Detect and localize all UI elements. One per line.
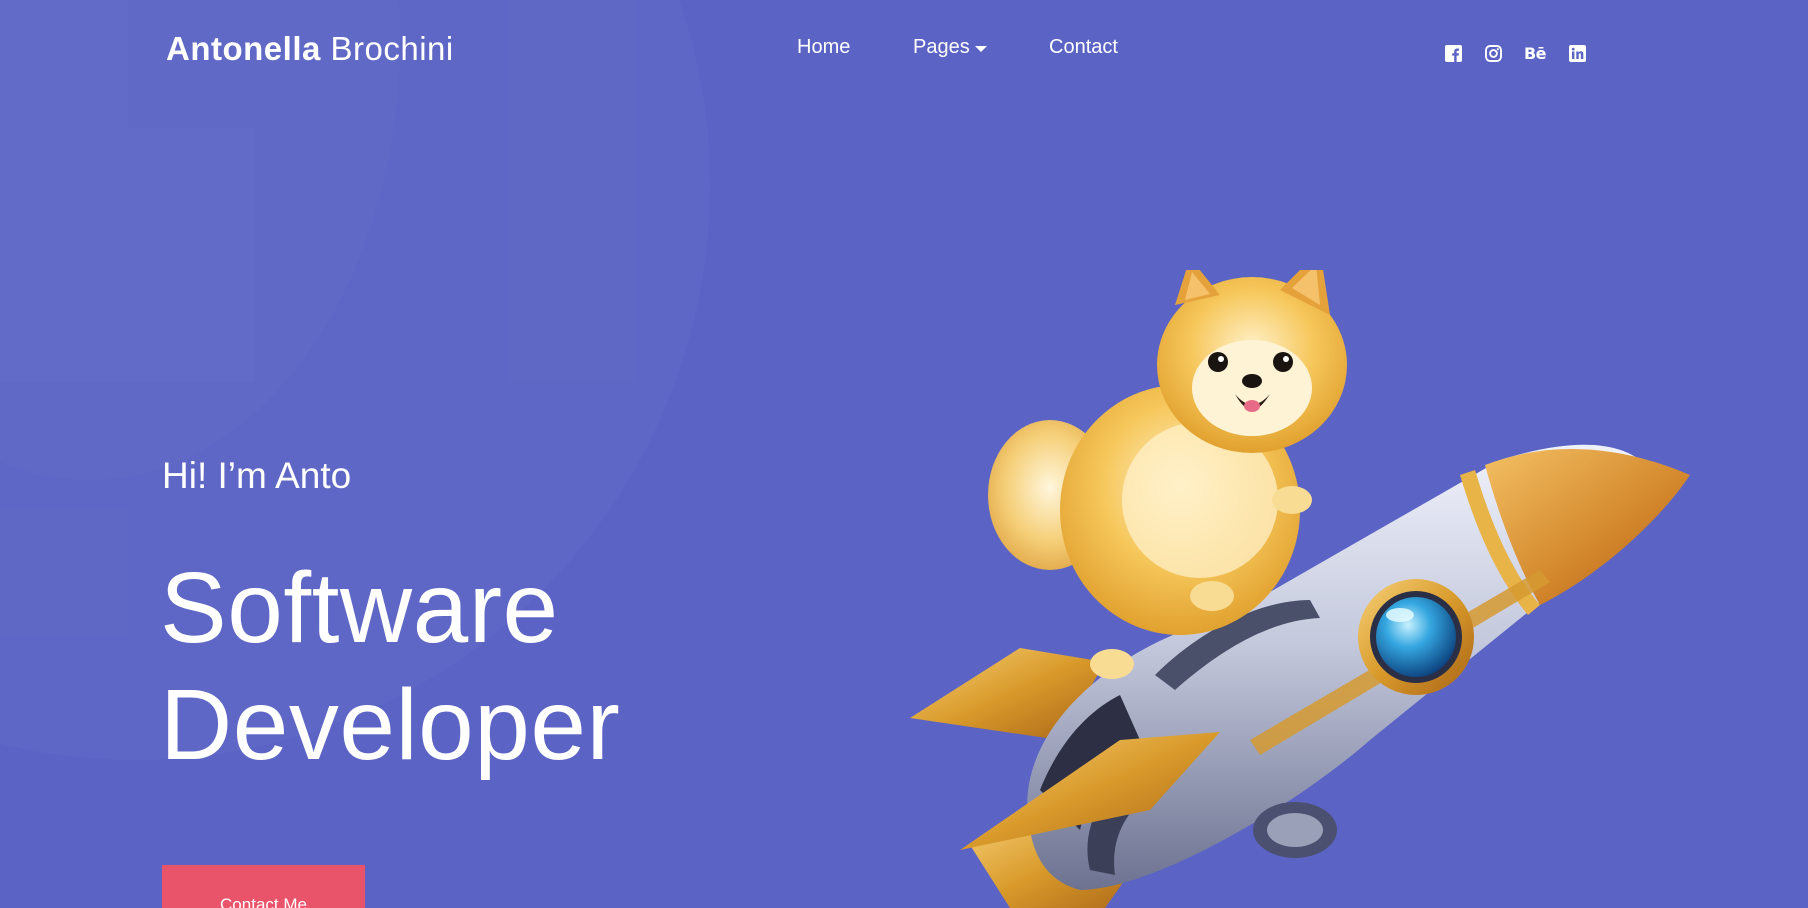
- brand-logo[interactable]: Antonella Brochini: [166, 30, 454, 68]
- brand-last-name: Brochini: [330, 30, 454, 67]
- hero-title-line-1: Software: [160, 552, 559, 664]
- nav-home-link[interactable]: Home: [797, 36, 850, 59]
- page: Antonella Brochini Home Pages Contact Bē: [0, 0, 1808, 908]
- pomeranian-rocket-illustration: [910, 270, 1690, 908]
- facebook-icon[interactable]: [1444, 44, 1462, 62]
- hero-title: Software Developer: [160, 550, 620, 784]
- behance-icon[interactable]: Bē: [1524, 44, 1547, 63]
- hero-title-line-2: Developer: [160, 669, 621, 781]
- hero-greeting: Hi! I’m Anto: [162, 455, 352, 496]
- brand-first-name: Antonella: [166, 30, 321, 67]
- nav-pages-label: Pages: [913, 36, 970, 58]
- nav-contact-link[interactable]: Contact: [1049, 36, 1118, 59]
- social-links: Bē: [1444, 44, 1608, 63]
- nav-pages-dropdown[interactable]: Pages: [913, 36, 987, 59]
- caret-down-icon: [974, 45, 987, 52]
- instagram-icon[interactable]: [1484, 44, 1502, 62]
- contact-me-button[interactable]: Contact Me: [162, 865, 365, 908]
- linkedin-icon[interactable]: [1568, 44, 1586, 62]
